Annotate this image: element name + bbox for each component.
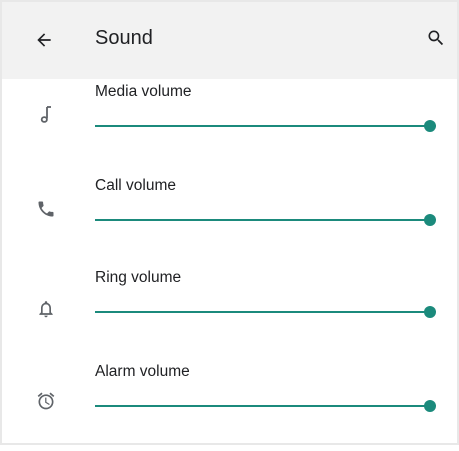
bell-icon [34,297,58,321]
alarm-clock-icon [34,389,58,413]
slider-thumb[interactable] [424,306,436,318]
ring-volume-row: Ring volume [0,265,459,357]
slider-fill [95,219,430,221]
slider-fill [95,405,430,407]
slider-fill [95,125,430,127]
ring-volume-slider[interactable] [95,303,440,323]
slider-thumb[interactable] [424,214,436,226]
call-volume-slider[interactable] [95,211,440,231]
slider-fill [95,311,430,313]
call-volume-label: Call volume [95,177,176,194]
alarm-volume-slider[interactable] [95,397,440,417]
alarm-volume-label: Alarm volume [95,363,190,380]
slider-thumb[interactable] [424,400,436,412]
arrow-left-icon [37,33,51,47]
back-button[interactable] [26,22,62,58]
music-note-icon [34,103,58,127]
media-volume-label: Media volume [95,83,192,100]
media-volume-slider[interactable] [95,117,440,137]
app-bar: Sound [0,0,459,79]
page-title: Sound [95,27,153,49]
phone-icon [34,197,58,221]
media-volume-row: Media volume [0,79,459,171]
volume-list: Media volume Call volume Ring volume Ala… [0,79,459,445]
call-volume-row: Call volume [0,173,459,265]
ring-volume-label: Ring volume [95,269,182,286]
search-icon [428,30,444,46]
search-button[interactable] [420,22,452,54]
alarm-volume-row: Alarm volume [0,359,459,451]
slider-thumb[interactable] [424,120,436,132]
